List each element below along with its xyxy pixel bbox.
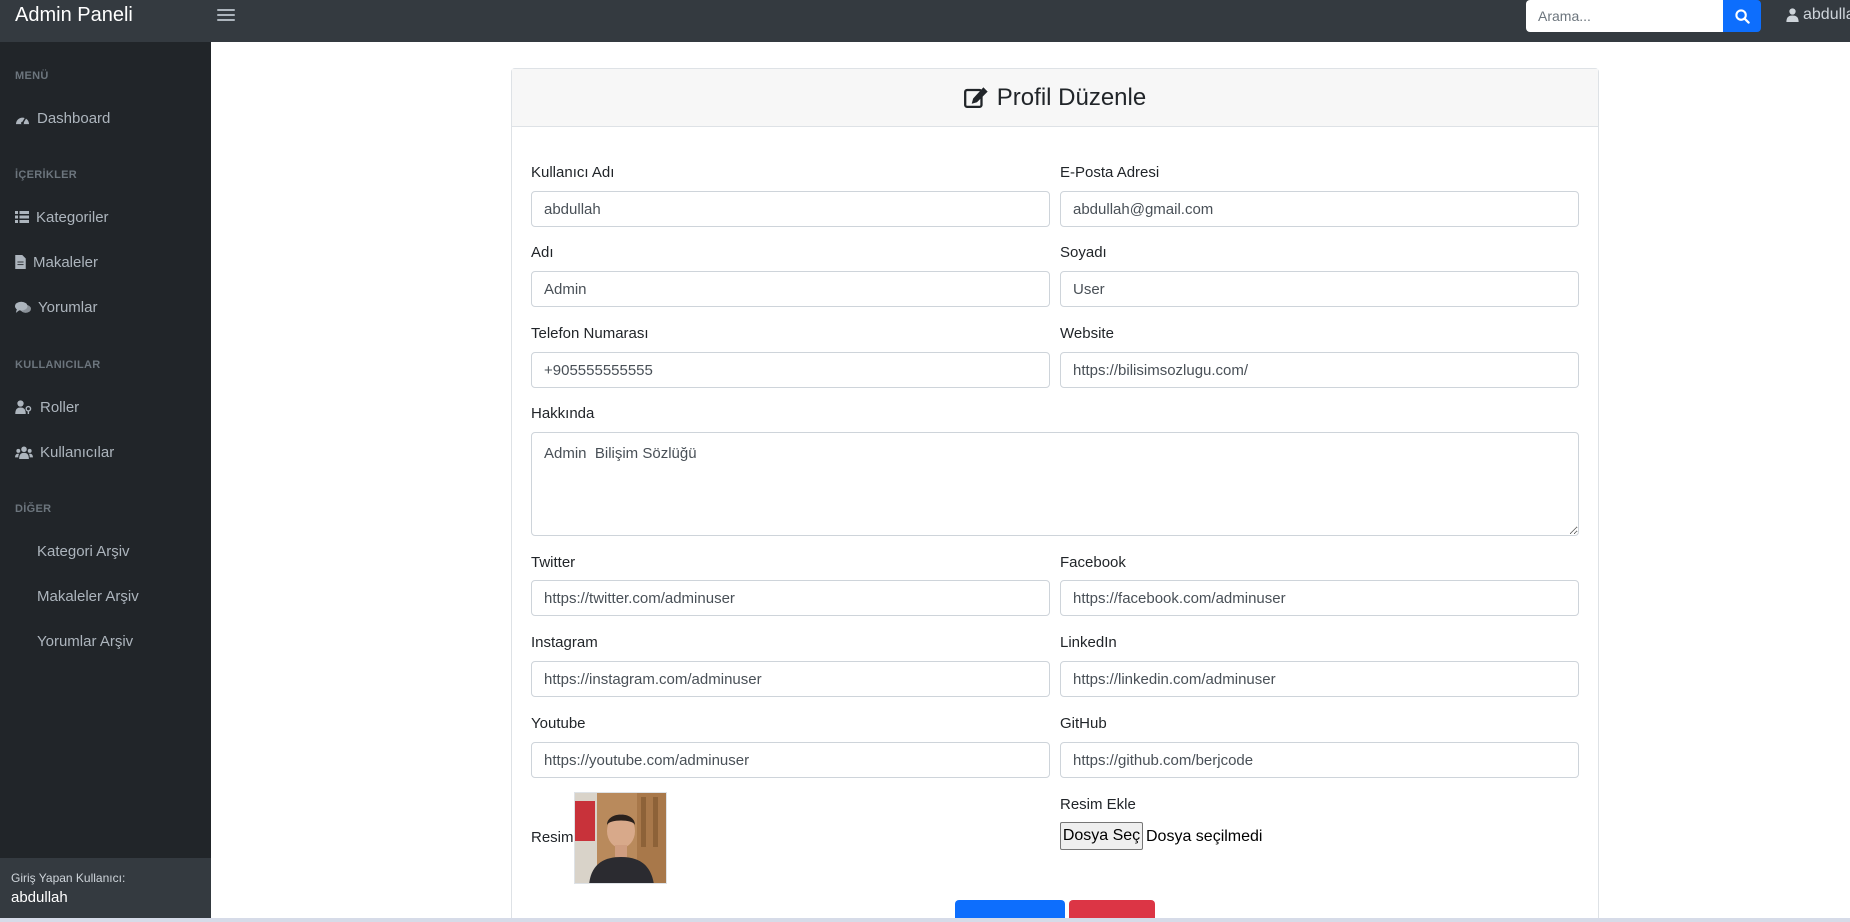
website-field[interactable] [1060,352,1579,388]
top-navbar: Admin Paneli abdullah [0,0,1850,42]
twitter-field[interactable] [531,580,1050,616]
comments-icon [15,301,31,313]
search-input[interactable] [1526,0,1723,32]
search-icon [1734,8,1750,24]
facebook-field[interactable] [1060,580,1579,616]
user-name: abdullah [1803,6,1850,23]
first-name-label: Adı [531,244,554,261]
logged-in-user: abdullah [11,889,68,906]
users-icon [15,445,33,459]
linkedin-label: LinkedIn [1060,634,1117,651]
sidebar: MENÜ Dashboard İÇERİKLER Kategoriler Mak… [0,42,211,922]
username-field[interactable] [531,191,1050,227]
sidebar-item-roles[interactable]: Roller [15,394,205,420]
profile-picture [574,792,667,884]
instagram-label: Instagram [531,634,598,651]
sidebar-item-dashboard[interactable]: Dashboard [15,105,205,131]
sidebar-item-comments[interactable]: Yorumlar [15,294,205,320]
sidebar-item-users[interactable]: Kullanıcılar [15,439,205,465]
sidebar-heading-other: DİĞER [15,503,52,515]
twitter-label: Twitter [531,554,576,571]
card-header: Profil Düzenle [512,69,1598,127]
github-label: GitHub [1060,715,1107,732]
picture-upload-label: Resim Ekle [1060,796,1136,813]
window-bottom-edge [0,918,1850,922]
email-field[interactable] [1060,191,1579,227]
sidebar-heading-users: KULLANICILAR [15,359,101,371]
last-name-label: Soyadı [1060,244,1107,261]
page-title: Profil Düzenle [996,83,1147,111]
sidebar-item-articles[interactable]: Makaleler [15,249,205,275]
facebook-label: Facebook [1060,554,1126,571]
sidebar-item-category-archive[interactable]: Kategori Arşiv [37,538,227,564]
instagram-field[interactable] [531,661,1050,697]
about-textarea[interactable]: Admin Bilişim Sözlüğü [531,432,1579,536]
brand-title[interactable]: Admin Paneli [15,4,133,27]
about-label: Hakkında [531,405,595,422]
sidebar-item-categories[interactable]: Kategoriler [15,204,205,230]
sidebar-item-articles-archive[interactable]: Makaleler Arşiv [37,583,227,609]
edit-icon [963,86,989,109]
choose-file-button[interactable]: Dosya Seç [1060,822,1143,850]
username-label: Kullanıcı Adı [531,164,615,181]
picture-label: Resim [531,829,574,846]
email-label: E-Posta Adresi [1060,164,1160,181]
search-button[interactable] [1723,0,1761,32]
user-key-icon [15,400,32,414]
phone-field[interactable] [531,352,1050,388]
dashboard-icon [16,116,29,125]
file-icon [15,255,26,269]
youtube-label: Youtube [531,715,586,732]
sidebar-heading-menu: MENÜ [15,70,49,82]
logged-in-caption: Giriş Yapan Kullanıcı: [11,871,126,885]
youtube-field[interactable] [531,742,1050,778]
file-status: Dosya seçilmedi [1146,828,1263,845]
phone-label: Telefon Numarası [531,325,649,342]
last-name-field[interactable] [1060,271,1579,307]
github-field[interactable] [1060,742,1579,778]
first-name-field[interactable] [531,271,1050,307]
sidebar-item-comments-archive[interactable]: Yorumlar Arşiv [37,628,227,654]
user-icon [1786,8,1799,22]
website-label: Website [1060,325,1114,342]
sidebar-footer: Giriş Yapan Kullanıcı: abdullah [0,858,211,922]
sidebar-toggle-icon[interactable] [217,6,235,26]
sidebar-heading-contents: İÇERİKLER [15,169,77,181]
linkedin-field[interactable] [1060,661,1579,697]
list-icon [15,211,29,223]
user-menu[interactable]: abdullah [1786,6,1850,24]
